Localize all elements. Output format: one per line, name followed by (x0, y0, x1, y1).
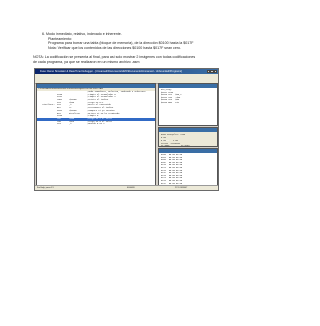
source-line[interactable]: STA ,X ;Guarda A en X (37, 123, 155, 126)
source-comment: ;Guarda A en X (87, 122, 105, 126)
statement-note: Nota: Verificar que los contenidos de la… (48, 45, 182, 50)
register-pane-header: Register (159, 128, 217, 142)
status-help: For Help, press F1 (37, 187, 54, 189)
status-cycles: 6000020 (127, 187, 135, 189)
note-line-2: de cada programa, ya que se realizaron e… (33, 59, 140, 64)
source-label (37, 123, 57, 126)
assembly-line: $0188 BRA Fin (161, 100, 180, 104)
memory-pane[interactable]: Memory 0100 00 00 00 00 0104 00 00 00 00 010… (158, 148, 218, 187)
assembly-pane-header: Assembly (159, 84, 217, 98)
register-sp: SP 00FF (161, 144, 170, 148)
simulator-window: Fuse: Demo Simulator & Real-Time Debugge… (34, 68, 219, 191)
close-button[interactable] (213, 69, 217, 73)
source-code[interactable]: ;Modo Inmediato, Relativo, Indexado e In… (37, 90, 155, 186)
assembly-listing: Fin_Prog: $0182 CLRH $0183 CLR $05,X $0184 … (161, 88, 181, 105)
source-mnemonic: STA (57, 122, 61, 126)
memory-pane-header: Memory (159, 149, 217, 163)
register-pane[interactable]: Register HC08 CPUCycles: 7296 A 00 H 00 … (158, 127, 218, 147)
assembly-pane[interactable]: Assembly Fin_Prog: $0182 CLRH $0183 CLR $0… (158, 83, 218, 126)
status-bar: For Help, press F1 6000020 PC1 0183007 (35, 185, 218, 190)
status-pc: PC1 0183007 (175, 187, 188, 189)
source-operand: ,X (69, 122, 72, 126)
source-pane[interactable]: Source C:\Users\Ana\Documents\FMHC\Docum… (36, 83, 156, 187)
register-pc: PC 0183 (181, 144, 190, 148)
memory-table: 0100 00 00 00 00 0104 00 00 00 00 0108 00 00 … (161, 153, 185, 185)
